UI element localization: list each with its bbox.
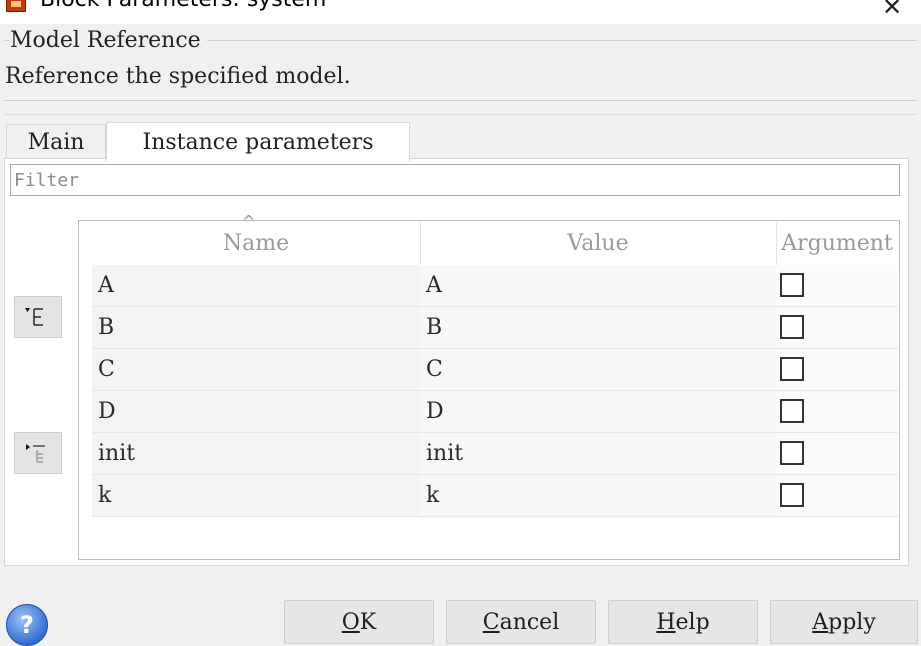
ok-label-rest: K [359,609,377,635]
table-row[interactable]: D D [92,391,898,433]
cell-value[interactable]: C [420,349,776,390]
block-type-label: Model Reference [10,28,207,53]
title-bar: Block Parameters: system ✕ [0,0,921,24]
apply-mnemonic: A [812,609,829,635]
cell-name: A [92,265,420,306]
cell-name: k [92,475,420,516]
tab-instance-parameters[interactable]: Instance parameters [106,122,410,162]
help-button[interactable]: Help [608,600,758,644]
table-row[interactable]: A A [92,265,898,307]
argument-checkbox[interactable] [780,315,804,339]
help-label-rest: elp [675,609,710,635]
cell-value[interactable]: init [420,433,776,474]
cancel-mnemonic: C [482,609,500,635]
cell-name: D [92,391,420,432]
demote-parameter-button[interactable] [14,432,62,474]
window-title: Block Parameters: system [40,0,326,12]
block-description: Reference the specified model. [5,64,351,89]
cell-value[interactable]: A [420,265,776,306]
argument-checkbox[interactable] [780,357,804,381]
cancel-label-rest: ancel [499,609,560,635]
filter-input[interactable] [10,164,900,196]
column-header-argument[interactable]: Argument [776,222,898,264]
cell-name: C [92,349,420,390]
divider [4,100,917,101]
apply-label-rest: pply [828,609,876,635]
table-row[interactable]: B B [92,307,898,349]
argument-checkbox[interactable] [780,483,804,507]
promote-parameter-button[interactable] [14,296,62,338]
cell-value[interactable]: k [420,475,776,516]
cell-name: init [92,433,420,474]
help-mnemonic: H [656,609,676,635]
app-icon [6,0,26,12]
argument-checkbox[interactable] [780,399,804,423]
cell-value[interactable]: B [420,307,776,348]
column-header-name[interactable]: Name [92,222,420,264]
close-button[interactable]: ✕ [872,0,912,22]
argument-checkbox[interactable] [780,441,804,465]
divider [4,114,917,115]
ok-button[interactable]: OK [284,600,434,644]
apply-button[interactable]: Apply [770,600,918,644]
table-row[interactable]: C C [92,349,898,391]
table-row[interactable]: k k [92,475,898,517]
cell-value[interactable]: D [420,391,776,432]
table-row[interactable]: init init [92,433,898,475]
ok-mnemonic: O [341,609,360,635]
demote-parameter-icon [26,444,45,463]
tab-main[interactable]: Main [6,124,106,160]
argument-checkbox[interactable] [780,273,804,297]
column-header-value[interactable]: Value [420,222,776,264]
promote-parameter-icon [25,308,43,326]
cancel-button[interactable]: Cancel [446,600,596,644]
cell-name: B [92,307,420,348]
